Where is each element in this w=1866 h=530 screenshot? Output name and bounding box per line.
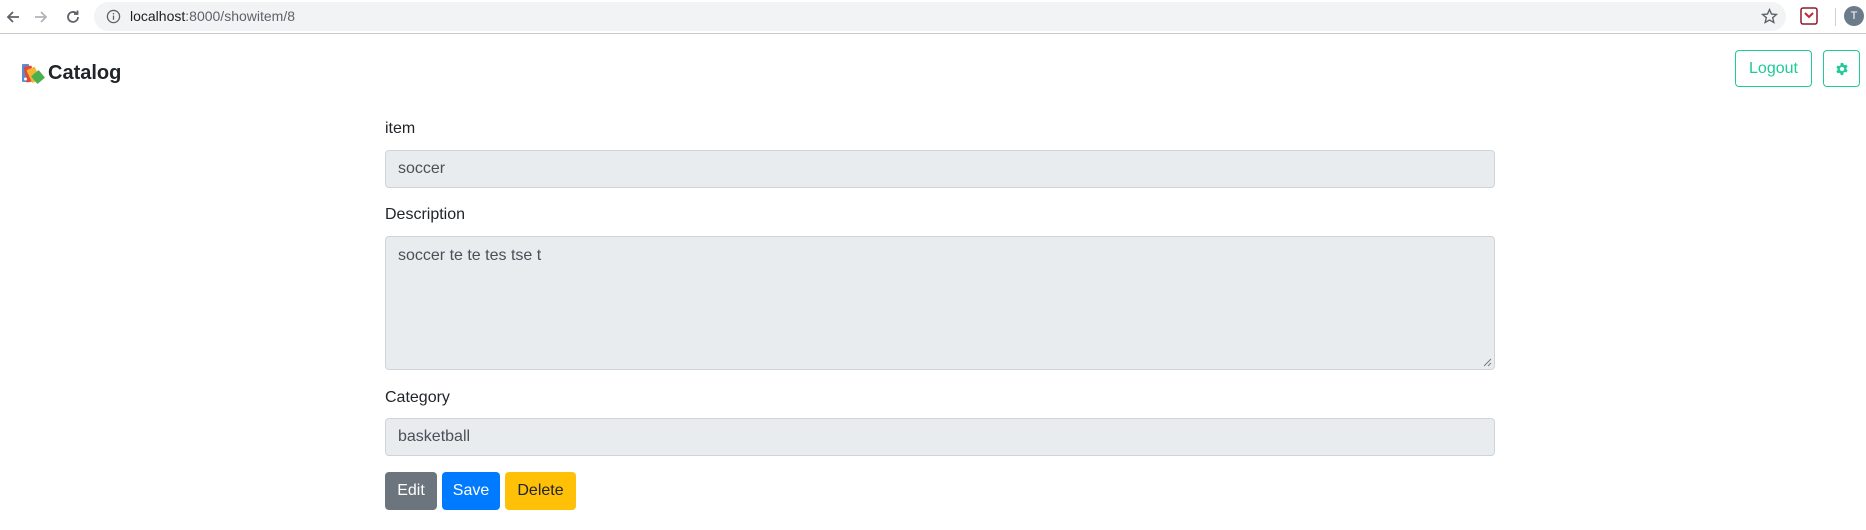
profile-avatar[interactable]: T (1844, 6, 1864, 26)
pocket-icon (1800, 7, 1818, 25)
address-bar[interactable]: localhost:8000/showitem/8 (94, 2, 1786, 31)
settings-button[interactable] (1823, 50, 1860, 87)
brand[interactable]: Catalog (20, 60, 121, 86)
catalog-logo-icon (22, 64, 45, 84)
resize-handle-icon[interactable] (1483, 358, 1492, 367)
item-field[interactable]: soccer (385, 150, 1495, 188)
url-text: localhost:8000/showitem/8 (130, 8, 295, 24)
toolbar-divider (1835, 8, 1836, 26)
description-textarea[interactable]: soccer te te tes tse t (385, 236, 1495, 370)
forward-button[interactable] (28, 4, 54, 30)
info-icon (106, 9, 121, 24)
extension-button[interactable] (1800, 7, 1818, 30)
item-label: item (385, 120, 416, 137)
forward-arrow-icon (35, 11, 48, 23)
url-path: :8000/showitem/8 (185, 8, 295, 24)
description-text: soccer te te tes tse t (398, 247, 542, 264)
category-field[interactable]: basketball (385, 418, 1495, 456)
back-button[interactable] (0, 4, 26, 30)
logout-button[interactable]: Logout (1735, 50, 1812, 87)
brand-title: Catalog (48, 61, 122, 84)
edit-button[interactable]: Edit (385, 472, 437, 510)
delete-button[interactable]: Delete (505, 472, 576, 510)
bookmark-star-icon[interactable] (1761, 8, 1778, 25)
description-label: Description (385, 206, 466, 223)
browser-toolbar: localhost:8000/showitem/8 T (0, 0, 1866, 34)
save-button[interactable]: Save (442, 472, 500, 510)
reload-icon (67, 10, 79, 23)
category-label: Category (385, 389, 450, 406)
reload-button[interactable] (60, 4, 86, 30)
url-host: localhost (130, 8, 186, 24)
back-arrow-icon (6, 11, 19, 23)
gear-icon (1835, 62, 1848, 75)
